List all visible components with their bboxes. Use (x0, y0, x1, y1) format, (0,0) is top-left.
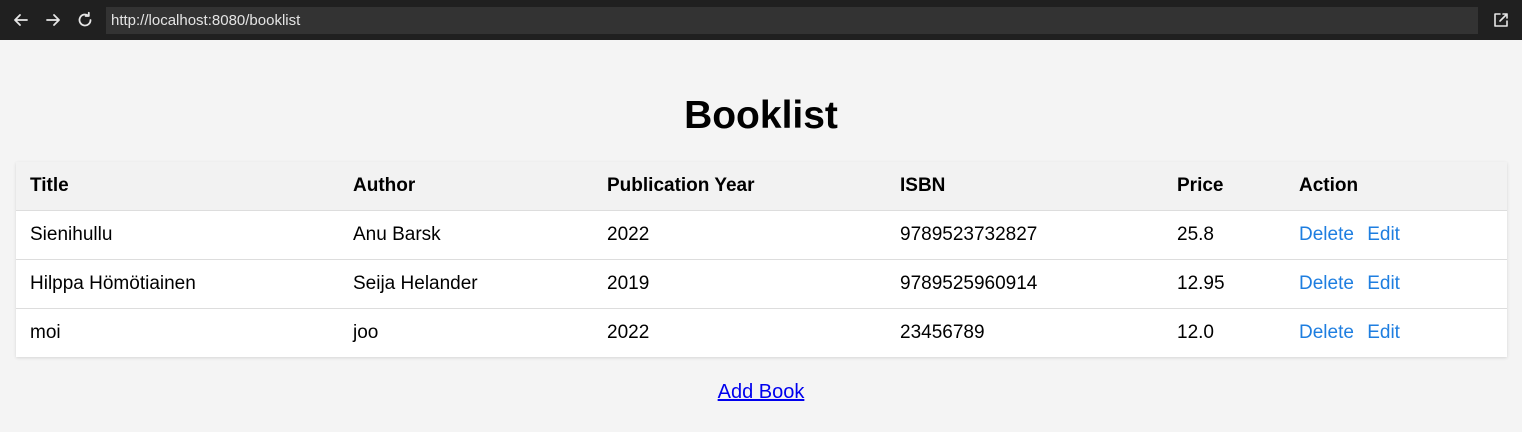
url-bar[interactable]: http://localhost:8080/booklist (106, 6, 1478, 34)
cell-title: Hilppa Hömötiainen (16, 259, 339, 309)
table-header-row: Title Author Publication Year ISBN Price… (16, 162, 1507, 211)
header-publication-year: Publication Year (593, 162, 886, 211)
edit-link[interactable]: Edit (1367, 322, 1400, 343)
cell-author: Seija Helander (339, 259, 593, 309)
header-isbn: ISBN (886, 162, 1163, 211)
open-external-icon[interactable] (1490, 9, 1512, 31)
table-row: moi joo 2022 23456789 12.0 Delete Edit (16, 308, 1507, 357)
header-title: Title (16, 162, 339, 211)
cell-isbn: 23456789 (900, 321, 985, 343)
cell-actions: Delete Edit (1285, 259, 1507, 309)
table-row: Sienihullu Anu Barsk 2022 9789523732827 … (16, 210, 1507, 260)
cell-title: moi (30, 321, 61, 343)
back-arrow-icon[interactable] (10, 9, 32, 31)
cell-isbn: 9789525960914 (886, 259, 1163, 309)
cell-price: 12.0 (1177, 321, 1214, 343)
cell-actions: Delete Edit (1285, 308, 1507, 357)
cell-year: 2022 (593, 210, 886, 260)
cell-price: 25.8 (1163, 210, 1285, 260)
page-title: Booklist (684, 94, 838, 137)
add-book-container: Add Book (0, 381, 1522, 404)
browser-toolbar: http://localhost:8080/booklist (0, 0, 1522, 40)
cell-author: Anu Barsk (339, 210, 593, 260)
table-row: Hilppa Hömötiainen Seija Helander 2019 9… (16, 259, 1507, 309)
cell-title: Sienihullu (16, 210, 339, 260)
booklist-table-container: Title Author Publication Year ISBN Price… (16, 162, 1507, 357)
add-book-link[interactable]: Add Book (718, 381, 805, 403)
edit-link[interactable]: Edit (1367, 224, 1400, 245)
header-action: Action (1285, 162, 1507, 211)
edit-link[interactable]: Edit (1367, 273, 1400, 294)
delete-link[interactable]: Delete (1299, 322, 1354, 343)
header-price: Price (1163, 162, 1285, 211)
cell-price: 12.95 (1163, 259, 1285, 309)
cell-actions: Delete Edit (1285, 210, 1507, 260)
header-author: Author (339, 162, 593, 211)
cell-year: 2019 (593, 259, 886, 309)
delete-link[interactable]: Delete (1299, 273, 1354, 294)
booklist-table: Title Author Publication Year ISBN Price… (16, 162, 1507, 357)
cell-author: joo (353, 321, 379, 343)
reload-icon[interactable] (74, 9, 96, 31)
cell-year: 2022 (607, 321, 650, 343)
forward-arrow-icon[interactable] (42, 9, 64, 31)
cell-isbn: 9789523732827 (886, 210, 1163, 260)
delete-link[interactable]: Delete (1299, 224, 1354, 245)
